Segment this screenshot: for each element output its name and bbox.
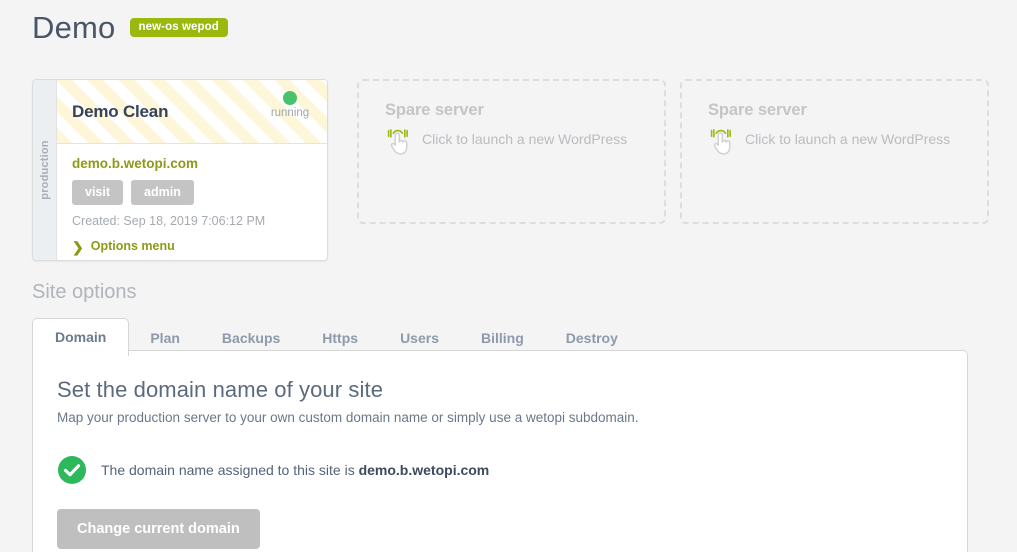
check-circle-icon <box>57 455 87 485</box>
tab-plan[interactable]: Plan <box>129 320 201 356</box>
domain-panel: Set the domain name of your site Map you… <box>32 350 968 552</box>
status-label: running <box>270 107 310 119</box>
assigned-domain-value: demo.b.wetopi.com <box>358 461 490 478</box>
page-header: Demo new-os wepod <box>32 12 228 43</box>
site-status: running <box>262 91 318 120</box>
tab-domain[interactable]: Domain <box>32 318 130 357</box>
click-hand-icon <box>708 126 735 156</box>
spare-server-hint: Click to launch a new WordPress <box>745 131 951 147</box>
domain-panel-subtitle: Map your production server to your own c… <box>57 410 639 426</box>
site-options-tabs: Domain Plan Backups Https Users Billing … <box>32 318 639 357</box>
spare-server-hint: Click to launch a new WordPress <box>422 131 628 147</box>
site-options-heading: Site options <box>32 281 137 303</box>
spare-server-title: Spare server <box>708 101 807 119</box>
site-card-content: demo.b.wetopi.com visit admin Created: S… <box>57 144 327 260</box>
spare-server-title: Spare server <box>385 101 484 119</box>
site-card-actions: visit admin <box>72 179 312 206</box>
site-domain-link[interactable]: demo.b.wetopi.com <box>72 157 312 171</box>
tab-destroy[interactable]: Destroy <box>545 320 639 356</box>
status-badge: new-os wepod <box>129 17 228 38</box>
tab-backups[interactable]: Backups <box>201 320 301 356</box>
assigned-domain-row: The domain name assigned to this site is… <box>57 455 943 485</box>
environment-strip: production <box>33 80 57 260</box>
site-card-body: Demo Clean running demo.b.wetopi.com vis… <box>57 80 327 260</box>
change-current-domain-button[interactable]: Change current domain <box>57 508 260 550</box>
created-timestamp: Created: Sep 18, 2019 7:06:12 PM <box>72 214 266 229</box>
spare-server-card-1[interactable]: Spare server Click to launch a new WordP… <box>357 79 666 224</box>
site-name: Demo Clean <box>72 102 169 121</box>
spare-server-card-2[interactable]: Spare server Click to launch a new WordP… <box>680 79 989 224</box>
environment-label: production <box>38 140 51 200</box>
status-dot-icon <box>283 91 297 105</box>
site-card[interactable]: production Demo Clean running demo.b.wet… <box>32 79 328 261</box>
servers-row: production Demo Clean running demo.b.wet… <box>32 79 989 261</box>
tab-billing[interactable]: Billing <box>460 320 545 356</box>
assigned-domain-text: The domain name assigned to this site is… <box>101 463 489 477</box>
page-title: Demo <box>32 10 116 45</box>
admin-button[interactable]: admin <box>131 179 194 206</box>
domain-panel-title: Set the domain name of your site <box>57 377 384 402</box>
chevron-right-icon: ❯ <box>72 238 84 255</box>
click-hand-icon <box>385 126 412 156</box>
spare-server-hint-row: Click to launch a new WordPress <box>708 129 950 159</box>
visit-button[interactable]: visit <box>72 179 124 206</box>
options-menu-label: Options menu <box>90 239 175 254</box>
tab-users[interactable]: Users <box>379 320 460 356</box>
options-menu-toggle[interactable]: ❯ Options menu <box>72 240 312 254</box>
tab-https[interactable]: Https <box>301 320 379 356</box>
spare-server-hint-row: Click to launch a new WordPress <box>385 129 627 159</box>
site-card-header: Demo Clean running <box>57 80 327 144</box>
assigned-domain-prefix: The domain name assigned to this site is <box>101 461 359 478</box>
domain-panel-inner: Set the domain name of your site Map you… <box>33 351 967 550</box>
